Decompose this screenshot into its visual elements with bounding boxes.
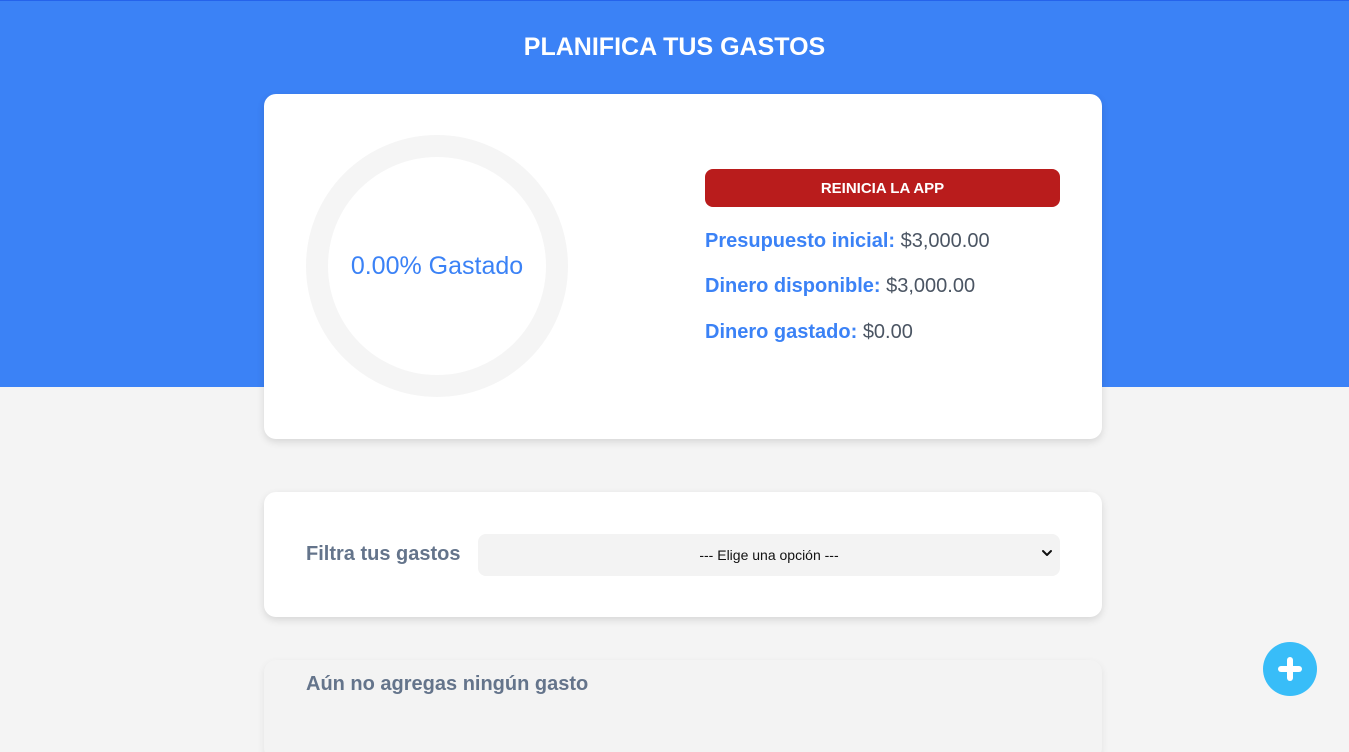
available-money-label: Dinero disponible: [705,275,881,297]
available-money: Dinero disponible: $3,000.00 [705,275,975,298]
progress-text: 0.00% Gastado [350,251,524,280]
spent-money-value: $0.00 [862,321,913,343]
filter-card: Filtra tus gastos --- Elige una opción -… [264,492,1102,617]
add-expense-button[interactable] [1263,642,1317,696]
reset-app-button[interactable]: REINICIA LA APP [705,169,1060,207]
initial-budget-value: $3,000.00 [900,230,990,252]
spent-money: Dinero gastado: $0.00 [705,321,913,344]
available-money-value: $3,000.00 [886,275,976,297]
expenses-list: Aún no agregas ningún gasto [264,660,1102,752]
chevron-down-icon [1042,550,1052,556]
spent-money-label: Dinero gastado: [705,321,858,343]
empty-expenses-message: Aún no agregas ningún gasto [306,673,589,695]
initial-budget-label: Presupuesto inicial: [705,230,896,252]
filter-selected-value: --- Elige una opción --- [699,547,839,563]
initial-budget: Presupuesto inicial: $3,000.00 [705,230,990,253]
category-filter-select[interactable]: --- Elige una opción --- [478,534,1060,576]
page-title: PLANIFICA TUS GASTOS [523,33,826,61]
filter-label: Filtra tus gastos [306,543,461,565]
plus-icon [1278,657,1302,681]
budget-card: 0.00% Gastado REINICIA LA APP Presupuest… [264,94,1102,439]
